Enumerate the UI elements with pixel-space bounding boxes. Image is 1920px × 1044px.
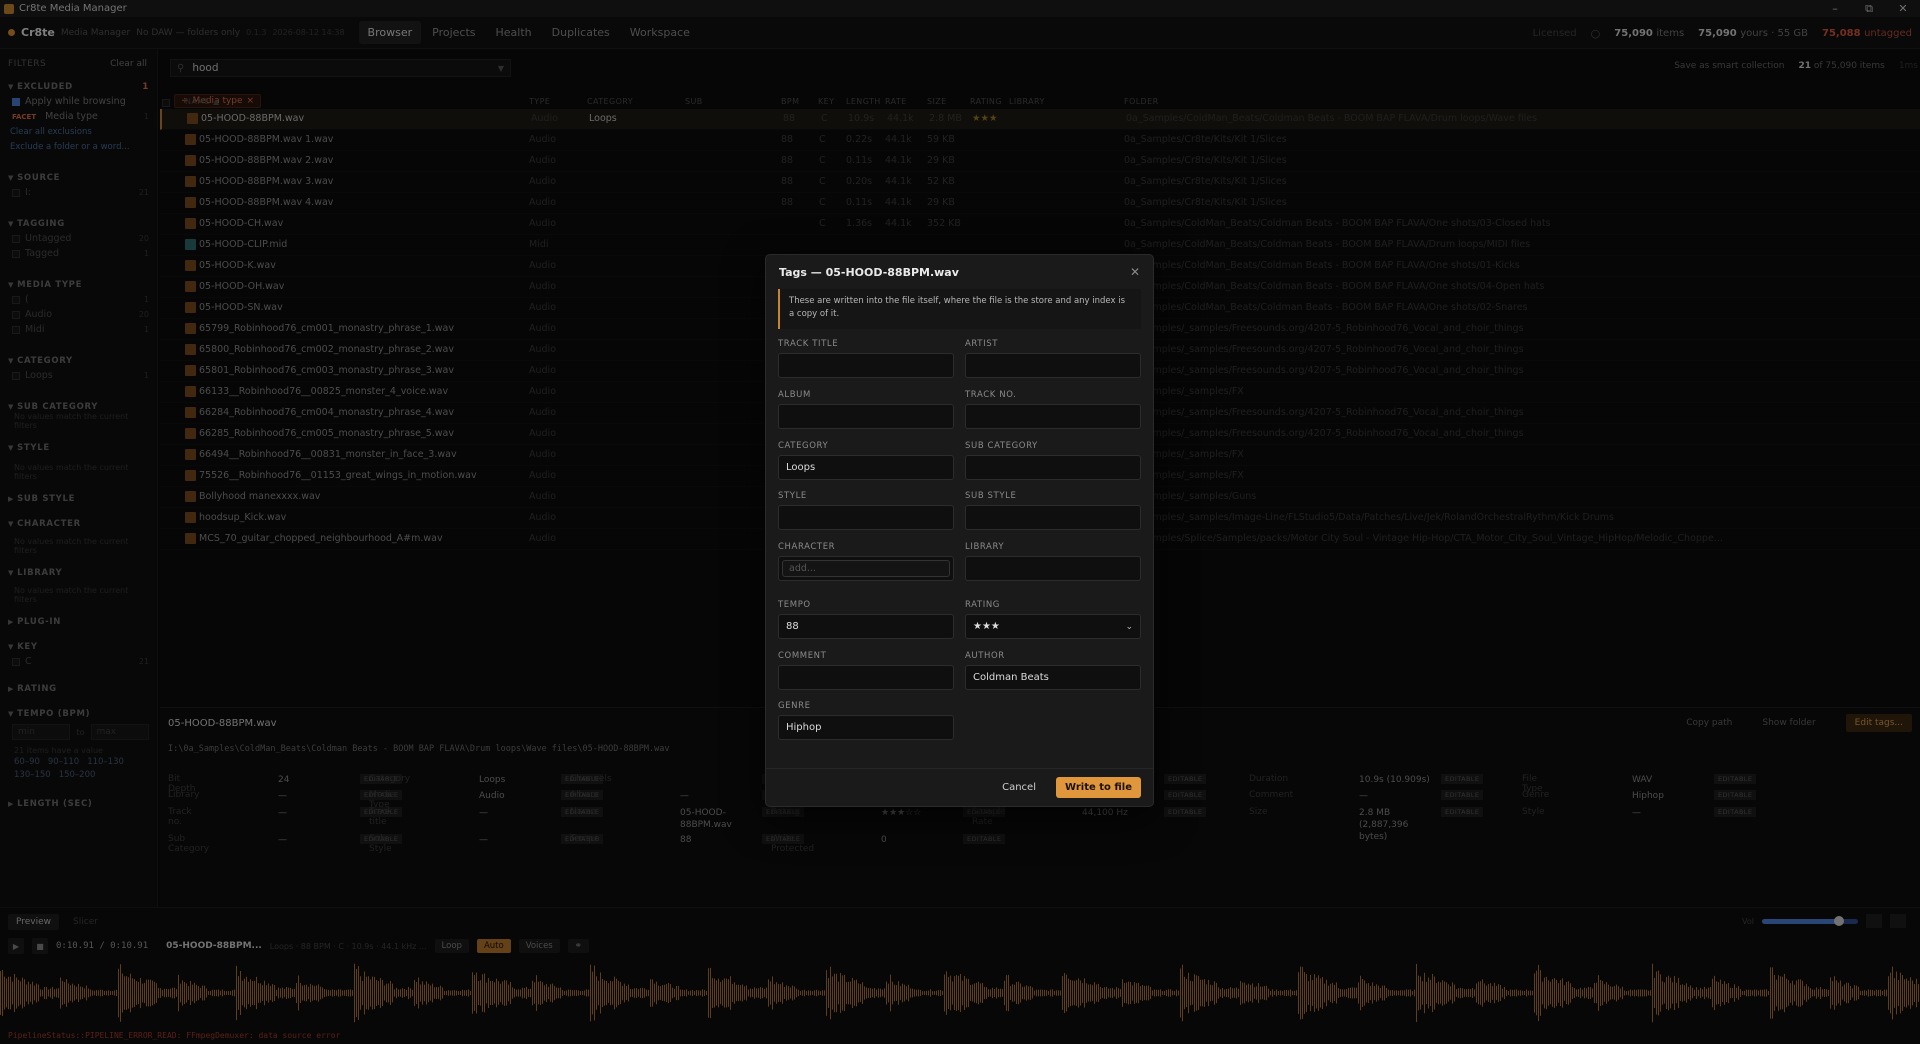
track-no-input[interactable] <box>965 404 1141 429</box>
style-input[interactable] <box>778 505 954 530</box>
category-field: CATEGORY Loops <box>778 441 954 480</box>
library-input[interactable] <box>965 556 1141 581</box>
artist-input[interactable] <box>965 353 1141 378</box>
track-title-input[interactable] <box>778 353 954 378</box>
sub-category-field: SUB CATEGORY <box>965 441 1141 480</box>
dialog-header: Tags — 05-HOOD-88BPM.wav ✕ <box>766 255 1153 289</box>
close-icon[interactable]: ✕ <box>1130 265 1140 279</box>
character-chip-input[interactable]: add... <box>778 556 954 581</box>
cancel-button[interactable]: Cancel <box>994 778 1044 797</box>
comment-field: COMMENT <box>778 651 954 690</box>
sub-category-input[interactable] <box>965 455 1141 480</box>
tempo-field: TEMPO 88 <box>778 600 954 639</box>
character-field: CHARACTER add... <box>778 542 954 581</box>
style-field: STYLE <box>778 491 954 530</box>
comment-input[interactable] <box>778 665 954 690</box>
author-input[interactable]: Coldman Beats <box>965 665 1141 690</box>
tags-dialog: Tags — 05-HOOD-88BPM.wav ✕ These are wri… <box>765 254 1154 807</box>
track-no-field: TRACK NO. <box>965 390 1141 429</box>
album-field: ALBUM <box>778 390 954 429</box>
genre-input[interactable]: Hiphop <box>778 715 954 740</box>
rating-field: RATING ★★★ ⌄ <box>965 600 1141 639</box>
tempo-input[interactable]: 88 <box>778 614 954 639</box>
dialog-info: These are written into the file itself, … <box>778 289 1141 329</box>
dialog-footer: Cancel Write to file <box>766 768 1153 806</box>
sub-style-field: SUB STYLE <box>965 491 1141 530</box>
rating-select[interactable]: ★★★ ⌄ <box>965 614 1141 639</box>
track-title-field: TRACK TITLE <box>778 339 954 378</box>
chevron-down-icon: ⌄ <box>1125 621 1133 632</box>
write-to-file-button[interactable]: Write to file <box>1055 777 1141 798</box>
album-input[interactable] <box>778 404 954 429</box>
library-field: LIBRARY <box>965 542 1141 581</box>
category-input[interactable]: Loops <box>778 455 954 480</box>
dialog-title: Tags — 05-HOOD-88BPM.wav <box>779 265 959 279</box>
artist-field: ARTIST <box>965 339 1141 378</box>
genre-field: GENRE Hiphop <box>778 701 954 740</box>
author-field: AUTHOR Coldman Beats <box>965 651 1141 690</box>
character-add-input[interactable]: add... <box>782 560 950 577</box>
rating-value: ★★★ <box>973 621 1000 632</box>
sub-style-input[interactable] <box>965 505 1141 530</box>
